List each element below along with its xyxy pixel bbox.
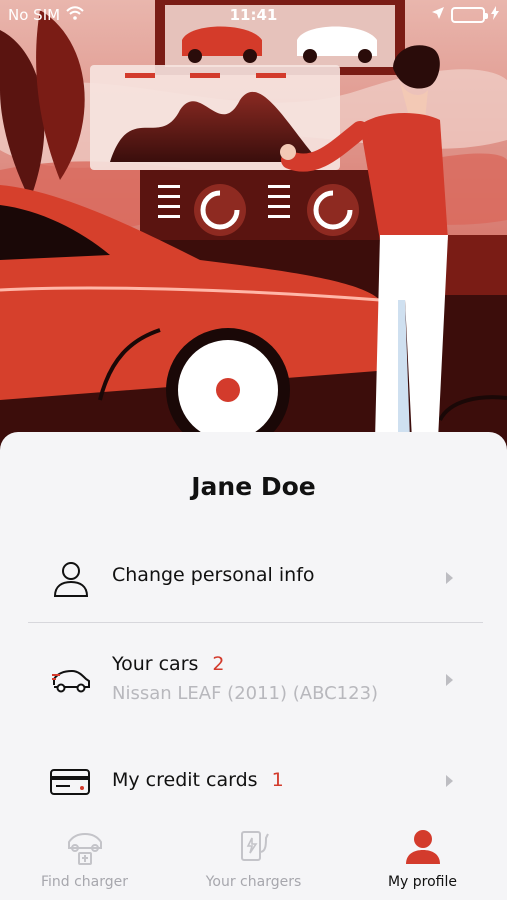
tab-find-charger[interactable]: Find charger — [0, 818, 169, 900]
tab-my-profile[interactable]: My profile — [338, 818, 507, 900]
credit-card-icon — [50, 768, 90, 800]
status-bar: No SIM 11:41 — [0, 0, 507, 30]
tab-find-charger-label: Find charger — [40, 874, 129, 890]
change-personal-info-label: Change personal info — [112, 564, 315, 586]
chevron-right-icon — [446, 674, 453, 686]
selected-car-subtitle: Nissan LEAF (2011) (ABC123) — [112, 683, 379, 704]
find-charger-icon — [65, 826, 105, 870]
tab-bar: Find charger Your chargers My profile — [0, 818, 507, 900]
my-credit-cards-row[interactable]: My credit cards 1 — [28, 762, 483, 808]
profile-icon — [403, 826, 443, 870]
charger-icon — [234, 826, 274, 870]
your-cars-title: Your cars 2 — [112, 653, 225, 675]
charging-bolt-icon — [491, 6, 499, 24]
your-cars-row[interactable]: Your cars 2 Nissan LEAF (2011) (ABC123) — [28, 647, 483, 717]
tab-my-profile-label: My profile — [387, 874, 458, 890]
profile-name: Jane Doe — [191, 472, 316, 501]
chevron-right-icon — [446, 572, 453, 584]
your-cars-label: Your cars — [112, 653, 199, 675]
divider — [28, 622, 483, 623]
tab-your-chargers-label: Your chargers — [205, 874, 302, 890]
my-credit-cards-title: My credit cards 1 — [112, 769, 284, 791]
cars-count-badge: 2 — [212, 653, 225, 675]
battery-icon — [451, 7, 488, 23]
location-arrow-icon — [431, 6, 445, 24]
cards-count-badge: 1 — [271, 769, 284, 791]
status-right — [431, 6, 499, 24]
change-personal-info-row[interactable]: Change personal info — [28, 542, 483, 622]
person-icon — [50, 558, 92, 604]
hero-illustration — [0, 0, 507, 450]
chevron-right-icon — [446, 775, 453, 787]
my-credit-cards-label: My credit cards — [112, 769, 258, 791]
tab-your-chargers[interactable]: Your chargers — [169, 818, 338, 900]
car-icon — [50, 667, 92, 699]
